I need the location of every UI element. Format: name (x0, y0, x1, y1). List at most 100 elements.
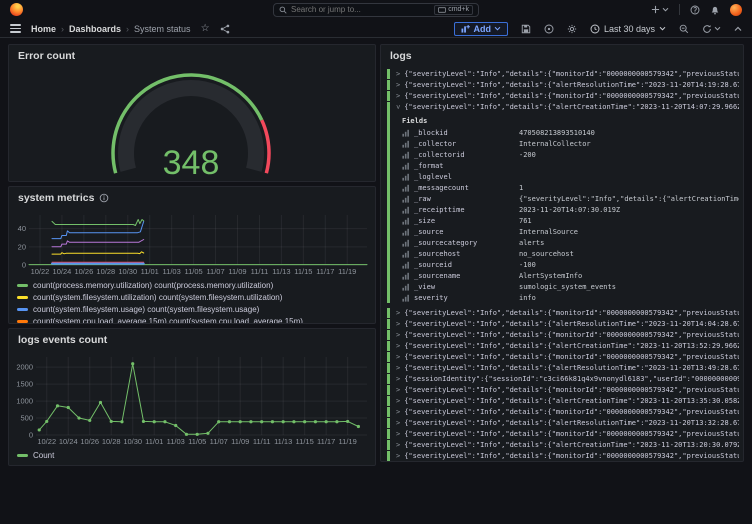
expand-row-icon[interactable]: > (396, 331, 400, 339)
field-stats-icon[interactable] (402, 294, 410, 302)
field-stats-icon[interactable] (402, 250, 410, 258)
refresh-button[interactable] (702, 24, 721, 34)
field-stats-icon[interactable] (402, 162, 410, 170)
notifications-button[interactable] (710, 5, 720, 15)
chevron-down-icon (494, 26, 501, 31)
expand-row-icon[interactable]: > (396, 452, 400, 460)
log-row[interactable]: >{"severityLevel":"Info","details":{"mon… (387, 308, 739, 318)
add-panel-button[interactable]: Add (454, 22, 508, 36)
log-row[interactable]: >{"severityLevel":"Info","details":{"mon… (387, 91, 739, 101)
dashboard-insights-button[interactable] (544, 24, 554, 34)
info-icon[interactable] (99, 193, 109, 203)
log-row[interactable]: >{"sessionIdentity":{"sessionId":"c3ci66… (387, 374, 739, 384)
field-stats-icon[interactable] (402, 272, 410, 280)
field-name: _size (414, 217, 519, 225)
expand-row-icon[interactable]: > (396, 70, 400, 78)
save-dashboard-button[interactable] (521, 24, 531, 34)
help-button[interactable] (690, 5, 700, 15)
svg-text:10/26: 10/26 (74, 267, 93, 276)
log-row[interactable]: >{"severityLevel":"Info","details":{"mon… (387, 407, 739, 417)
nav-row-secondary: Home › Dashboards › System status ☆ Add (0, 19, 752, 38)
legend-swatch-icon (17, 308, 28, 311)
field-stats-icon[interactable] (402, 228, 410, 236)
mega-menu-toggle[interactable] (10, 24, 21, 33)
expand-row-icon[interactable]: > (396, 309, 400, 317)
log-row[interactable]: >{"severityLevel":"Info","details":{"mon… (387, 330, 739, 340)
user-avatar[interactable] (730, 4, 742, 16)
field-stats-icon[interactable] (402, 173, 410, 181)
svg-text:10/22: 10/22 (31, 267, 50, 276)
field-stats-icon[interactable] (402, 206, 410, 214)
expand-row-icon[interactable]: > (396, 375, 400, 383)
expand-row-icon[interactable]: > (396, 353, 400, 361)
field-name: _blockid (414, 129, 519, 137)
panel-header[interactable]: Error count (9, 45, 375, 67)
plus-icon (651, 5, 660, 14)
log-row[interactable]: >{"severityLevel":"Info","details":{"mon… (387, 352, 739, 362)
collapse-nav-button[interactable] (734, 26, 742, 32)
field-stats-icon[interactable] (402, 184, 410, 192)
field-stats-icon[interactable] (402, 261, 410, 269)
legend-item[interactable]: count(system.filesystem.utilization) cou… (17, 291, 375, 303)
field-stats-icon[interactable] (402, 140, 410, 148)
zoom-out-time-button[interactable] (679, 24, 689, 34)
log-row[interactable]: >{"severityLevel":"Info","details":{"mon… (387, 451, 739, 461)
collapse-row-icon[interactable]: > (396, 105, 402, 109)
time-range-picker[interactable]: Last 30 days (590, 24, 666, 34)
error-count-gauge: 348 (9, 67, 375, 182)
legend-item[interactable]: count(process.memory.utilization) count(… (17, 279, 375, 291)
expand-row-icon[interactable]: > (396, 342, 400, 350)
search-input[interactable] (291, 5, 430, 14)
log-row[interactable]: > {"severityLevel":"Info","details":{"ale… (387, 319, 739, 329)
legend-swatch-icon (17, 296, 28, 299)
svg-text:11/11: 11/11 (253, 437, 271, 446)
log-row[interactable]: >{"severityLevel":"Info","details":{"ale… (387, 418, 739, 428)
expand-row-icon[interactable]: > (396, 81, 400, 89)
field-stats-icon[interactable] (402, 195, 410, 203)
svg-text:11/19: 11/19 (338, 267, 356, 276)
panel-title: system metrics (18, 192, 94, 204)
legend-item[interactable]: count(system.cpu.load_average.15m) count… (17, 315, 375, 323)
log-row[interactable]: >{"severityLevel":"Info","details":{"ale… (387, 396, 739, 406)
favorite-star-icon[interactable]: ☆ (201, 24, 210, 34)
log-row[interactable]: >{"severityLevel":"Info","details":{"ale… (387, 363, 739, 373)
expand-row-icon[interactable]: > (396, 386, 400, 394)
panel-header[interactable]: logs events count (9, 329, 375, 351)
dashboard-settings-button[interactable] (567, 24, 577, 34)
search-bar[interactable]: cmd+k (273, 3, 479, 17)
log-row[interactable]: >{"severityLevel":"Info","details":{"ale… (387, 80, 739, 90)
expand-row-icon[interactable]: > (396, 419, 400, 427)
expand-row-icon[interactable]: > (396, 430, 400, 438)
expand-row-icon[interactable]: > (396, 441, 400, 449)
panel-header[interactable]: logs (381, 45, 743, 67)
expand-row-icon[interactable]: > (396, 397, 400, 405)
field-stats-icon[interactable] (402, 129, 410, 137)
field-stats-icon[interactable] (402, 151, 410, 159)
panel-header[interactable]: system metrics (9, 187, 375, 209)
log-row[interactable]: >{"severityLevel":"Info","details":{"mon… (387, 385, 739, 395)
breadcrumb-home[interactable]: Home (31, 24, 56, 34)
log-row[interactable]: >{"severityLevel":"Info","details":{"mon… (387, 429, 739, 439)
expand-row-icon[interactable]: > (396, 364, 400, 372)
log-message: {"severityLevel":"Info","details":{"aler… (404, 320, 739, 328)
field-stats-icon[interactable] (402, 239, 410, 247)
log-row[interactable]: >{"severityLevel":"Info","details":{"ale… (387, 102, 739, 303)
field-value: no_sourcehost (519, 250, 574, 258)
zoom-out-icon (679, 24, 689, 34)
share-dashboard-button[interactable] (220, 24, 230, 34)
expand-row-icon[interactable]: > (396, 408, 400, 416)
breadcrumb-dashboards[interactable]: Dashboards (69, 24, 121, 34)
grafana-logo-icon[interactable] (10, 3, 23, 16)
field-stats-icon[interactable] (402, 217, 410, 225)
new-dropdown-button[interactable] (651, 5, 669, 14)
log-row[interactable]: >{"severityLevel":"Info","details":{"ale… (387, 341, 739, 351)
legend-item[interactable]: count(system.filesystem.usage) count(sys… (17, 303, 375, 315)
log-row[interactable]: >{"severityLevel":"Info","details":{"ale… (387, 440, 739, 450)
log-row[interactable]: >{"severityLevel":"Info","details":{"mon… (387, 69, 739, 79)
legend-item[interactable]: Count (17, 449, 375, 461)
field-stats-icon[interactable] (402, 283, 410, 291)
field-name: _sourceid (414, 261, 519, 269)
expand-row-icon[interactable]: > (396, 92, 400, 100)
field-value: 2023-11-20T14:07:30.019Z (519, 206, 620, 214)
expand-row-icon[interactable]: > (396, 320, 400, 328)
